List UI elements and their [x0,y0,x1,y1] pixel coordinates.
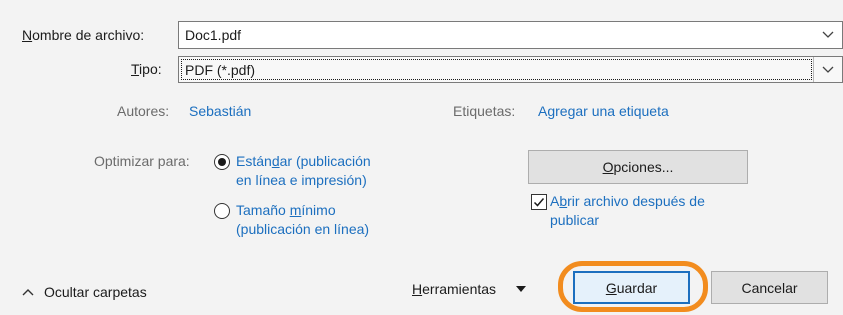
filename-label: Nombre de archivo: [22,27,145,43]
optimize-standard-radio[interactable] [214,154,230,170]
tags-label: Etiquetas: [453,103,516,119]
checkmark-icon [533,198,545,207]
filetype-label: Tipo: [131,61,162,77]
chevron-down-icon[interactable] [814,57,842,82]
dropdown-arrow-icon [516,286,527,292]
filetype-focus-box [181,59,812,80]
filetype-value: PDF (*.pdf) [185,61,256,78]
chevron-up-icon [22,289,34,296]
tools-menu[interactable]: Herramientas [412,281,527,297]
filename-input[interactable]: Doc1.pdf [178,21,843,49]
optimize-minimum-radio[interactable] [214,203,230,219]
options-button[interactable]: Opciones... [528,150,748,184]
save-button[interactable]: Guardar [573,271,690,304]
filename-value: Doc1.pdf [185,27,242,43]
optimize-label: Optimizar para: [94,153,190,169]
hide-folders-label: Ocultar carpetas [44,284,147,300]
authors-value[interactable]: Sebastián [189,103,251,119]
open-after-label[interactable]: Abrir archivo después de publicar [550,192,705,230]
optimize-minimum-label[interactable]: Tamaño mínimo (publicación en línea) [236,201,369,239]
hide-folders-toggle[interactable]: Ocultar carpetas [22,284,147,300]
open-after-checkbox[interactable] [531,194,547,210]
cancel-button[interactable]: Cancelar [711,271,828,304]
optimize-standard-label[interactable]: Estándar (publicación en línea e impresi… [236,152,371,190]
filetype-select[interactable]: PDF (*.pdf) [178,56,843,83]
authors-label: Autores: [117,103,170,119]
tags-add-link[interactable]: Agregar una etiqueta [538,103,669,119]
radio-selected-dot [218,158,226,166]
chevron-down-icon[interactable] [814,22,842,48]
